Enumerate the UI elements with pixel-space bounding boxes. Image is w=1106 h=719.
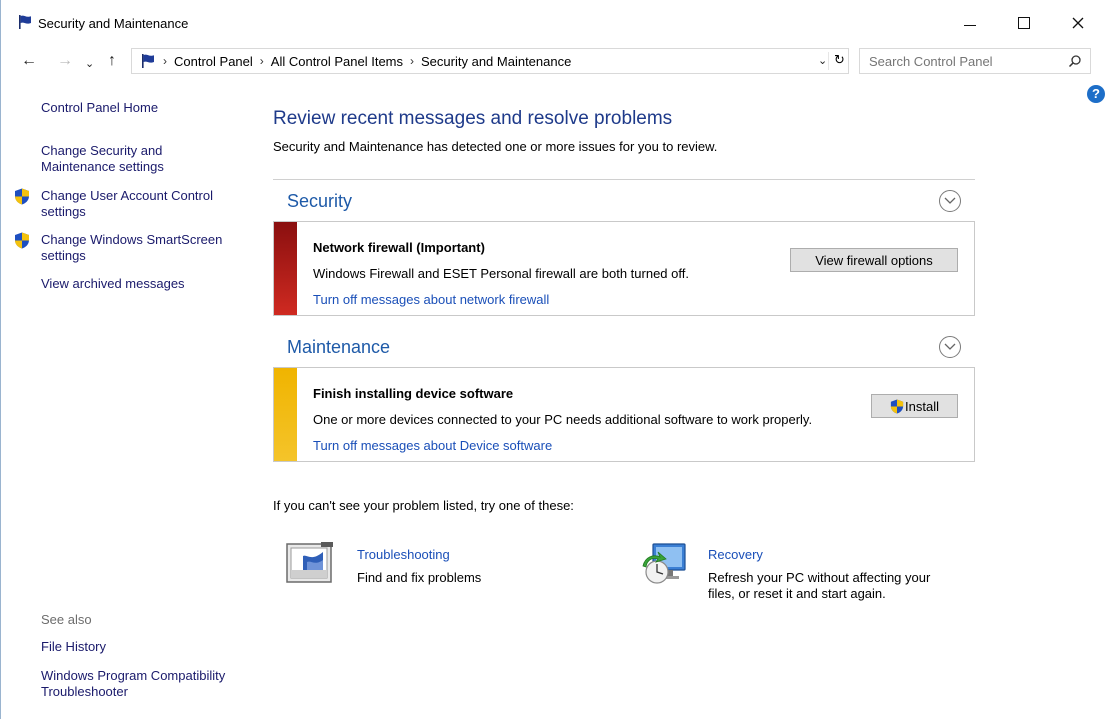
alert-title: Finish installing device software: [313, 386, 514, 401]
minimize-button[interactable]: [947, 6, 993, 40]
page-subtitle: Security and Maintenance has detected on…: [273, 139, 718, 154]
important-severity-stripe: [274, 222, 297, 315]
install-button[interactable]: Install: [871, 394, 958, 418]
sidebar-item-change-settings[interactable]: Change Security and Maintenance settings: [41, 143, 191, 175]
alternatives-prompt: If you can't see your problem listed, tr…: [273, 498, 574, 513]
search-input[interactable]: [869, 53, 1059, 69]
recent-locations-button[interactable]: ⌄: [85, 56, 94, 72]
title-bar: Security and Maintenance: [1, 0, 1106, 46]
shield-icon: [15, 232, 29, 249]
recovery-icon[interactable]: [637, 540, 687, 586]
breadcrumb-all-items[interactable]: All Control Panel Items: [271, 54, 403, 69]
chevron-down-icon[interactable]: ⌄: [818, 54, 827, 67]
minimize-icon: [964, 24, 976, 26]
flag-icon: [142, 54, 154, 68]
forward-arrow-icon[interactable]: →: [57, 53, 73, 69]
address-bar[interactable]: › Control Panel › All Control Panel Item…: [131, 48, 849, 74]
alert-description: Windows Firewall and ESET Personal firew…: [313, 266, 689, 281]
sidebar-item-smartscreen[interactable]: Change Windows SmartScreen settings: [41, 232, 246, 264]
alert-description: One or more devices connected to your PC…: [313, 412, 813, 427]
breadcrumb-security-maintenance[interactable]: Security and Maintenance: [421, 54, 571, 69]
see-also-file-history[interactable]: File History: [41, 639, 106, 655]
maximize-button[interactable]: [1001, 6, 1047, 40]
turn-off-device-software-messages-link[interactable]: Turn off messages about Device software: [313, 438, 552, 453]
install-button-label: Install: [905, 398, 939, 414]
maintenance-alert-card: Finish installing device software One or…: [273, 367, 975, 462]
search-box[interactable]: [859, 48, 1091, 74]
sidebar: Control Panel Home Change Security and M…: [1, 96, 251, 716]
sidebar-item-control-panel-home[interactable]: Control Panel Home: [41, 100, 158, 116]
see-also-heading: See also: [41, 612, 92, 627]
view-firewall-options-button[interactable]: View firewall options: [790, 248, 958, 272]
control-panel-window: Security and Maintenance ← → ⌄ ↑ › Contr…: [0, 0, 1106, 719]
warning-severity-stripe: [274, 368, 297, 461]
section-security-title[interactable]: Security: [287, 191, 352, 212]
up-arrow-icon[interactable]: ↑: [108, 53, 116, 69]
help-icon[interactable]: ?: [1087, 85, 1105, 103]
chevron-down-icon[interactable]: [939, 336, 961, 358]
breadcrumb-separator-icon: ›: [163, 54, 167, 68]
breadcrumb-separator-icon[interactable]: ›: [260, 54, 264, 68]
recovery-description: Refresh your PC without affecting your f…: [708, 570, 931, 601]
section-divider: [273, 179, 975, 180]
troubleshooting-description: Find and fix problems: [357, 570, 482, 585]
troubleshooting-link[interactable]: Troubleshooting: [357, 547, 450, 562]
sidebar-item-user-account-control[interactable]: Change User Account Control settings: [41, 188, 241, 220]
back-arrow-icon[interactable]: ←: [21, 53, 37, 69]
shield-icon: [15, 188, 29, 205]
navigation-bar: ← → ⌄ ↑ › Control Panel › All Control Pa…: [1, 46, 1106, 78]
flag-icon: [19, 15, 31, 29]
main-content: Review recent messages and resolve probl…: [271, 96, 991, 716]
chevron-down-icon[interactable]: [939, 190, 961, 212]
section-maintenance-title[interactable]: Maintenance: [287, 337, 390, 358]
turn-off-firewall-messages-link[interactable]: Turn off messages about network firewall: [313, 292, 549, 307]
sidebar-item-archived-messages[interactable]: View archived messages: [41, 276, 185, 292]
search-icon[interactable]: [1068, 54, 1082, 68]
close-icon: [1072, 17, 1084, 29]
breadcrumb-separator-icon[interactable]: ›: [410, 54, 414, 68]
maximize-icon: [1018, 17, 1030, 29]
window-title: Security and Maintenance: [38, 16, 189, 31]
close-button[interactable]: [1055, 6, 1101, 40]
alert-title: Network firewall (Important): [313, 240, 485, 255]
page-title: Review recent messages and resolve probl…: [273, 108, 673, 129]
see-also-compatibility-troubleshooter[interactable]: Windows Program Compatibility Troublesho…: [41, 668, 231, 700]
refresh-icon[interactable]: ↻: [828, 52, 850, 70]
breadcrumb-control-panel[interactable]: Control Panel: [174, 54, 253, 69]
recovery-link[interactable]: Recovery: [708, 547, 763, 562]
troubleshooting-icon[interactable]: [285, 540, 335, 586]
shield-icon: [890, 399, 904, 413]
security-alert-card: Network firewall (Important) Windows Fir…: [273, 221, 975, 316]
